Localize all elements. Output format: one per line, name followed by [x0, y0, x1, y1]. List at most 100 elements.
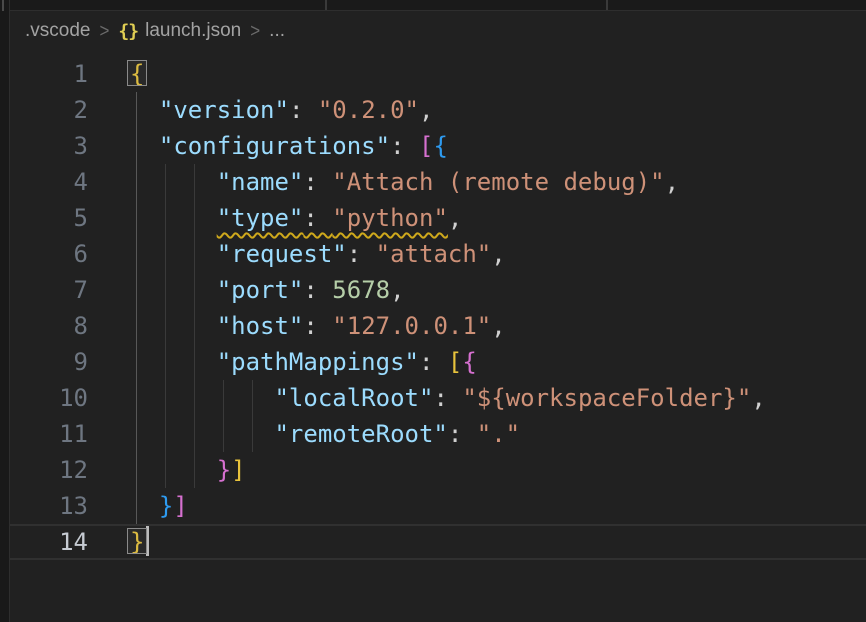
code-line-content[interactable]: "version": "0.2.0",	[88, 92, 866, 128]
indent-guide	[252, 416, 253, 452]
code-line[interactable]: 13}]	[10, 488, 866, 524]
active-indent-guide	[136, 308, 137, 344]
token-b3: }	[159, 492, 173, 520]
indent-guide	[165, 344, 166, 380]
token-key: "port"	[217, 276, 304, 304]
breadcrumb-item-file[interactable]: {} launch.json	[118, 20, 241, 42]
token-punc: :	[303, 204, 332, 232]
indent-guide	[194, 272, 195, 308]
line-number[interactable]: 2	[10, 92, 88, 128]
tab-bar[interactable]	[10, 0, 866, 11]
line-number[interactable]: 9	[10, 344, 88, 380]
active-indent-guide	[136, 164, 137, 200]
code-line-content[interactable]: "configurations": [{	[88, 128, 866, 164]
code-line[interactable]: 8"host": "127.0.0.1",	[10, 308, 866, 344]
code-line-content[interactable]: "localRoot": "${workspaceFolder}",	[88, 380, 866, 416]
active-indent-guide	[136, 236, 137, 272]
code-line-content[interactable]: }	[88, 524, 866, 560]
code-line[interactable]: 6"request": "attach",	[10, 236, 866, 272]
indent-guide	[165, 416, 166, 452]
code-line[interactable]: 5"type": "python",	[10, 200, 866, 236]
token-str: "python"	[332, 204, 448, 232]
code-line-content[interactable]: "request": "attach",	[88, 236, 866, 272]
indent-guide	[165, 200, 166, 236]
code-line[interactable]: 11"remoteRoot": "."	[10, 416, 866, 452]
line-number[interactable]: 13	[10, 488, 88, 524]
token-punc: ,	[448, 204, 462, 232]
token-punc: ,	[751, 384, 765, 412]
token-b3: {	[433, 132, 447, 160]
breadcrumb-item-symbols[interactable]: ...	[269, 20, 285, 42]
active-indent-guide	[136, 488, 137, 524]
token-punc: :	[347, 240, 376, 268]
line-number[interactable]: 14	[10, 524, 88, 560]
line-number[interactable]: 6	[10, 236, 88, 272]
token-key: "localRoot"	[274, 384, 433, 412]
line-number[interactable]: 7	[10, 272, 88, 308]
indent-guide	[194, 164, 195, 200]
token-str: "Attach (remote debug)"	[332, 168, 664, 196]
token-b2: {	[462, 348, 476, 376]
indent-guide	[194, 200, 195, 236]
line-number[interactable]: 10	[10, 380, 88, 416]
token-key: "configurations"	[159, 132, 390, 160]
line-number[interactable]: 11	[10, 416, 88, 452]
code-line[interactable]: 4"name": "Attach (remote debug)",	[10, 164, 866, 200]
breadcrumb-file-label: launch.json	[145, 20, 241, 42]
indent-guide	[194, 380, 195, 416]
code-line-content[interactable]: "remoteRoot": "."	[88, 416, 866, 452]
active-indent-guide	[136, 344, 137, 380]
indent-guide	[194, 344, 195, 380]
code-line-content[interactable]: "port": 5678,	[88, 272, 866, 308]
bracket-match: {	[130, 60, 144, 88]
token-punc: ,	[665, 168, 679, 196]
indent-guide	[194, 308, 195, 344]
token-key: "pathMappings"	[217, 348, 419, 376]
code-line-content[interactable]: "type": "python",	[88, 200, 866, 236]
code-line-content[interactable]: "pathMappings": [{	[88, 344, 866, 380]
code-line[interactable]: 7"port": 5678,	[10, 272, 866, 308]
token-punc: ,	[491, 312, 505, 340]
token-punc: :	[303, 276, 332, 304]
token-str: "."	[477, 420, 520, 448]
line-number[interactable]: 1	[10, 56, 88, 92]
code-line[interactable]: 3"configurations": [{	[10, 128, 866, 164]
token-punc: ,	[390, 276, 404, 304]
indent-guide	[223, 416, 224, 452]
indent-guide	[165, 452, 166, 488]
code-line-content[interactable]: "name": "Attach (remote debug)",	[88, 164, 866, 200]
indent-guide	[194, 236, 195, 272]
code-line[interactable]: 10"localRoot": "${workspaceFolder}",	[10, 380, 866, 416]
active-indent-guide	[136, 272, 137, 308]
json-braces-icon: {}	[118, 21, 138, 42]
code-line[interactable]: 1{	[10, 56, 866, 92]
line-number[interactable]: 5	[10, 200, 88, 236]
code-editor[interactable]: 1{2"version": "0.2.0",3"configurations":…	[10, 51, 866, 560]
code-line-content[interactable]: "host": "127.0.0.1",	[88, 308, 866, 344]
token-punc: ,	[491, 240, 505, 268]
code-line[interactable]: 12}]	[10, 452, 866, 488]
code-line[interactable]: 2"version": "0.2.0",	[10, 92, 866, 128]
token-str: "${workspaceFolder}"	[462, 384, 751, 412]
line-number[interactable]: 8	[10, 308, 88, 344]
indent-guide	[165, 308, 166, 344]
breadcrumb-item-folder[interactable]: .vscode	[25, 20, 90, 42]
line-number[interactable]: 4	[10, 164, 88, 200]
token-str: "127.0.0.1"	[332, 312, 491, 340]
line-number[interactable]: 12	[10, 452, 88, 488]
code-line[interactable]: 14}	[10, 524, 866, 560]
token-punc: ,	[419, 96, 433, 124]
editor-group: .vscode > {} launch.json > ... 1{2"versi…	[10, 0, 866, 622]
window-edge-highlight	[2, 0, 4, 11]
token-b2: ]	[173, 492, 187, 520]
indent-guide	[252, 380, 253, 416]
token-punc: :	[289, 96, 318, 124]
code-line-content[interactable]: }]	[88, 488, 866, 524]
chevron-right-icon: >	[250, 20, 260, 43]
line-number[interactable]: 3	[10, 128, 88, 164]
code-line-content[interactable]: }]	[88, 452, 866, 488]
active-indent-guide	[136, 92, 137, 128]
code-line-content[interactable]: {	[88, 56, 866, 92]
token-punc: :	[303, 312, 332, 340]
code-line[interactable]: 9"pathMappings": [{	[10, 344, 866, 380]
